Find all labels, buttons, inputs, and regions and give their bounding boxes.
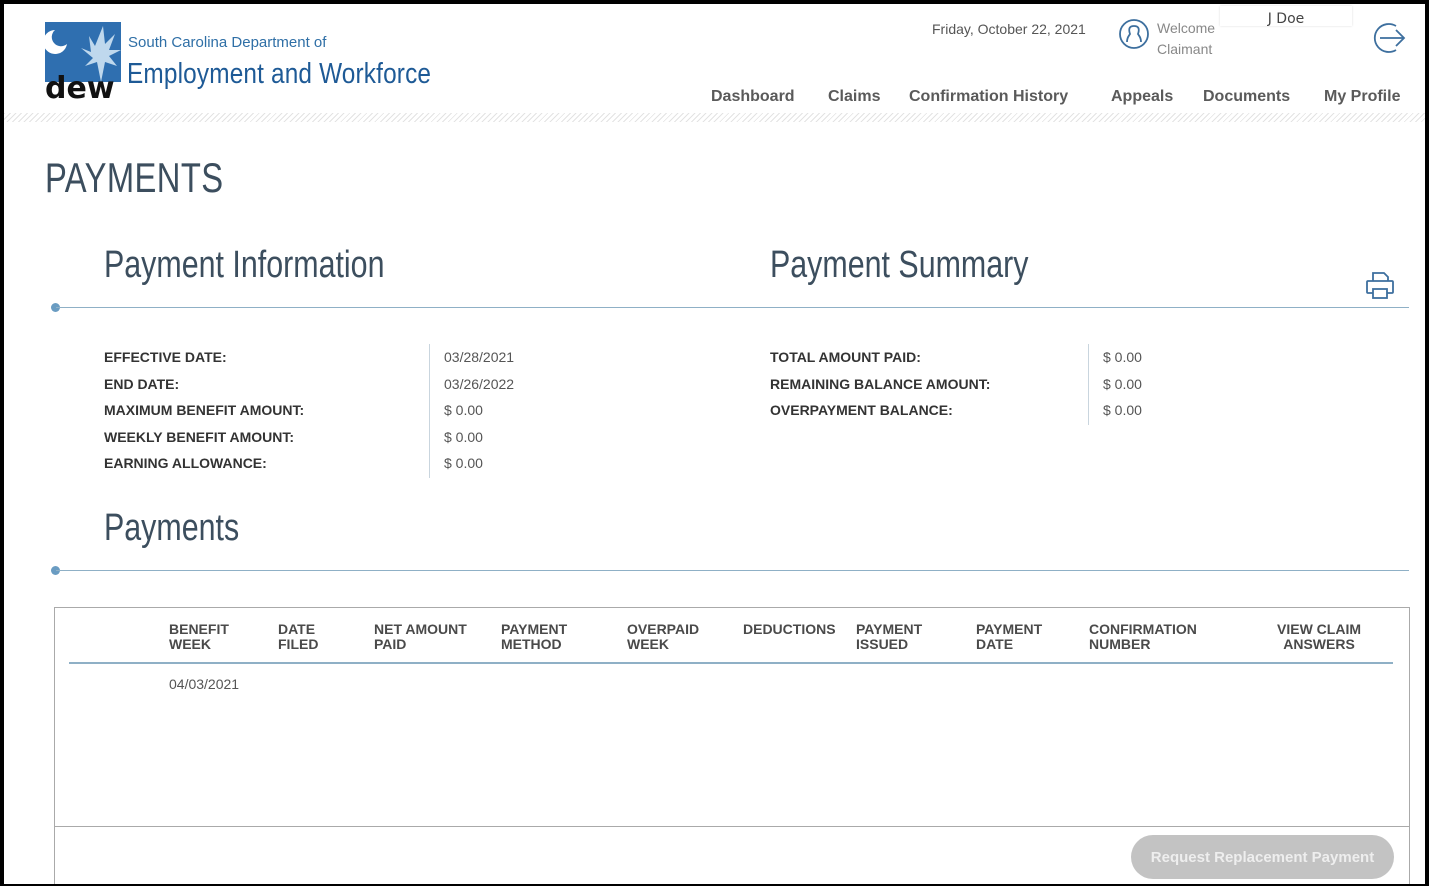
summary-value: $ 0.00: [1103, 376, 1142, 392]
col-overpaid-week[interactable]: OVERPAID WEEK: [627, 622, 699, 652]
col-payment-issued[interactable]: PAYMENT ISSUED: [856, 622, 922, 652]
info-value: $ 0.00: [444, 402, 483, 418]
org-name: Employment and Workforce: [127, 58, 432, 90]
table-footer-rule: [54, 826, 1410, 827]
nav-confirmation-history[interactable]: Confirmation History: [909, 88, 1068, 106]
org-line-1: South Carolina Department of: [128, 34, 327, 51]
nav-claims[interactable]: Claims: [828, 88, 880, 106]
info-label: EFFECTIVE DATE:: [104, 349, 227, 365]
info-label: MAXIMUM BENEFIT AMOUNT:: [104, 402, 305, 418]
page-title: PAYMENTS: [45, 154, 224, 201]
info-value: $ 0.00: [444, 455, 483, 471]
logout-icon[interactable]: [1372, 20, 1408, 56]
welcome-text: Welcome Claimant: [1157, 18, 1215, 60]
summary-divider: [1088, 344, 1089, 425]
info-label: WEEKLY BENEFIT AMOUNT:: [104, 429, 295, 445]
col-benefit-week[interactable]: BENEFIT WEEK: [169, 622, 229, 652]
col-deductions[interactable]: DEDUCTIONS: [743, 622, 836, 637]
current-date: Friday, October 22, 2021: [932, 21, 1086, 37]
page: dew South Carolina Department of Employm…: [4, 4, 1425, 884]
table-header-rule: [69, 662, 1393, 664]
info-value: 03/28/2021: [444, 349, 515, 365]
welcome-label: Welcome: [1157, 20, 1216, 36]
summary-label: REMAINING BALANCE AMOUNT:: [770, 376, 991, 392]
info-label: EARNING ALLOWANCE:: [104, 455, 267, 471]
col-net-amount-paid[interactable]: NET AMOUNT PAID: [374, 622, 467, 652]
logo-text: dew: [45, 71, 115, 100]
col-payment-date[interactable]: PAYMENT DATE: [976, 622, 1042, 652]
header-divider: [4, 113, 1425, 122]
nav-appeals[interactable]: Appeals: [1111, 88, 1173, 106]
summary-value: $ 0.00: [1103, 349, 1142, 365]
summary-value: $ 0.00: [1103, 402, 1142, 418]
user-icon[interactable]: [1118, 18, 1150, 50]
section-rule: [56, 307, 1409, 308]
nav-documents[interactable]: Documents: [1203, 88, 1290, 106]
col-confirmation-number[interactable]: CONFIRMATION NUMBER: [1089, 622, 1197, 652]
request-replacement-payment-button[interactable]: Request Replacement Payment: [1131, 835, 1394, 879]
info-divider: [429, 344, 430, 478]
payment-summary-title: Payment Summary: [770, 244, 1029, 286]
col-view-claim-answers[interactable]: VIEW CLAIM ANSWERS: [1277, 622, 1361, 652]
role-label: Claimant: [1157, 41, 1213, 57]
summary-label: OVERPAYMENT BALANCE:: [770, 402, 953, 418]
info-value: 03/26/2022: [444, 376, 515, 392]
username: J Doe: [1220, 6, 1352, 27]
print-icon[interactable]: [1364, 269, 1396, 301]
summary-label: TOTAL AMOUNT PAID:: [770, 349, 921, 365]
nav-my-profile[interactable]: My Profile: [1324, 88, 1400, 106]
info-label: END DATE:: [104, 376, 180, 392]
payments-title: Payments: [104, 507, 240, 549]
col-payment-method[interactable]: PAYMENT METHOD: [501, 622, 567, 652]
logo-icon: dew: [45, 22, 121, 100]
section-rule: [56, 570, 1409, 571]
payment-information-title: Payment Information: [104, 244, 385, 286]
col-date-filed[interactable]: DATE FILED: [278, 622, 318, 652]
info-value: $ 0.00: [444, 429, 483, 445]
nav-dashboard[interactable]: Dashboard: [711, 88, 795, 106]
table-row: 04/03/2021: [169, 676, 240, 692]
